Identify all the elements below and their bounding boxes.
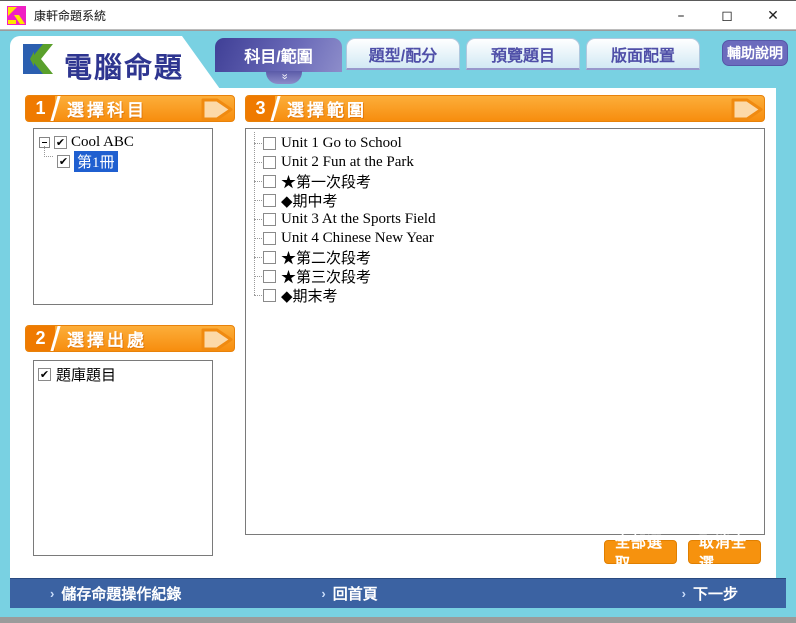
range-list-box[interactable]: Unit 1 Go to School Unit 2 Fun at the Pa… [245,128,765,535]
tab-question-type[interactable]: 題型/配分 [346,38,460,70]
checkbox-range-5[interactable] [263,232,276,245]
section-subject-banner: 1 選擇科目 [25,95,235,122]
page-title: 電腦命題 [64,52,185,83]
subject-tree-box[interactable]: Cool ABC 第1冊 [33,128,213,305]
range-item[interactable]: Unit 4 Chinese New Year [252,229,764,248]
section-range-banner: 3 選擇範圍 [245,95,765,122]
arrow-right-icon [201,328,233,351]
tab-preview-questions[interactable]: 預覽題目 [466,38,580,70]
section-title: 選擇科目 [67,101,147,120]
range-item-label[interactable]: Unit 3 At the Sports Field [281,211,436,228]
range-item[interactable]: ★第三次段考 [252,267,764,286]
save-record-label[interactable]: 儲存命題操作紀錄 [61,583,181,604]
chevron-right-icon: › [321,586,326,601]
range-item[interactable]: ★第二次段考 [252,248,764,267]
checkbox-source[interactable] [38,367,51,381]
next-step-label[interactable]: 下一步 [693,583,738,604]
chevron-down-icon: » [278,73,291,80]
checkbox-range-8[interactable] [263,289,276,302]
step-number-badge: 1 [26,96,55,121]
source-list-box[interactable]: 題庫題目 [33,360,213,556]
checkbox-range-7[interactable] [263,270,276,283]
tree-node-child[interactable]: 第1冊 [57,151,212,172]
checkbox-range-6[interactable] [263,251,276,264]
app-icon [7,5,26,25]
minimize-button[interactable]: – [658,1,704,31]
range-item-label[interactable]: Unit 4 Chinese New Year [281,230,434,247]
range-item-label[interactable]: ★第三次段考 [281,266,371,287]
step-number-badge: 2 [26,326,55,351]
deselect-all-button[interactable]: 取消全選 [688,534,761,572]
help-button[interactable]: 輔助說明 [722,40,788,66]
checkbox-range-3[interactable] [263,194,276,207]
checkbox-range-0[interactable] [263,137,276,150]
save-record-link[interactable]: › 儲存命題操作紀錄 [50,583,181,604]
arrow-right-icon [731,98,763,121]
range-item-label[interactable]: ◆期末考 [281,285,338,306]
checkbox-range-4[interactable] [263,213,276,226]
arrow-right-icon [201,98,233,121]
checkbox-child[interactable] [57,155,70,168]
tab-subject-range[interactable]: 科目/範圍 [215,38,342,72]
tab-page-layout[interactable]: 版面配置 [586,38,700,70]
maximize-button[interactable]: ◻ [704,1,750,31]
tree-connector [44,146,53,157]
range-item-label[interactable]: ★第二次段考 [281,247,371,268]
section-title: 選擇出處 [67,331,147,350]
close-button[interactable]: ✕ [750,1,796,31]
home-link[interactable]: › 回首頁 [321,583,377,604]
range-item[interactable]: ◆期末考 [252,286,764,305]
window-titlebar: 康軒命題系統 – ◻ ✕ [0,0,796,30]
window-bottom-edge [0,617,796,623]
select-all-button[interactable]: 全部選取 [604,534,677,572]
range-item-label[interactable]: ◆期中考 [281,190,338,211]
range-item[interactable]: Unit 1 Go to School [252,134,764,153]
step-number-badge: 3 [246,96,275,121]
tree-child-label-selected[interactable]: 第1冊 [74,151,118,172]
range-item[interactable]: ◆期中考 [252,191,764,210]
range-item-label[interactable]: Unit 2 Fun at the Park [281,154,414,171]
section-source-banner: 2 選擇出處 [25,325,235,352]
range-item[interactable]: Unit 3 At the Sports Field [252,210,764,229]
range-item[interactable]: Unit 2 Fun at the Park [252,153,764,172]
tree-node-root[interactable]: Cool ABC [39,133,212,152]
window-title: 康軒命題系統 [34,8,107,23]
checkbox-root[interactable] [54,136,67,149]
next-step-link[interactable]: › 下一步 [682,583,738,604]
kangxuan-k-logo-icon [21,42,55,76]
home-label[interactable]: 回首頁 [333,583,378,604]
chevron-right-icon: › [50,586,55,601]
range-item-label[interactable]: ★第一次段考 [281,171,371,192]
list-item[interactable]: 題庫題目 [34,361,212,385]
source-item-label[interactable]: 題庫題目 [56,364,116,385]
section-title: 選擇範圍 [287,101,367,120]
range-item[interactable]: ★第一次段考 [252,172,764,191]
tree-root-label[interactable]: Cool ABC [71,134,134,151]
tree-connector [254,132,255,295]
checkbox-range-2[interactable] [263,175,276,188]
range-item-label[interactable]: Unit 1 Go to School [281,135,402,152]
chevron-right-icon: › [681,586,686,601]
footer-bar: › 儲存命題操作紀錄 › 回首頁 › 下一步 [10,578,786,608]
checkbox-range-1[interactable] [263,156,276,169]
